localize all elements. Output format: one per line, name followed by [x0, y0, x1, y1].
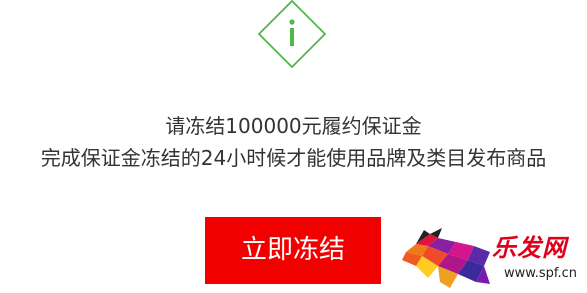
watermark-url: www.spf.cn: [504, 266, 578, 281]
info-diamond-icon: [257, 0, 327, 68]
bull-logo-icon: [402, 228, 490, 288]
site-watermark: 乐发网 www.spf.cn: [398, 226, 583, 290]
watermark-logo-text: 乐发网: [492, 234, 567, 262]
deposit-freeze-message: 请冻结100000元履约保证金: [165, 114, 422, 138]
freeze-now-button[interactable]: 立即冻结: [205, 217, 381, 284]
deposit-freeze-note: 完成保证金冻结的24小时候才能使用品牌及类目发布商品: [40, 146, 547, 170]
